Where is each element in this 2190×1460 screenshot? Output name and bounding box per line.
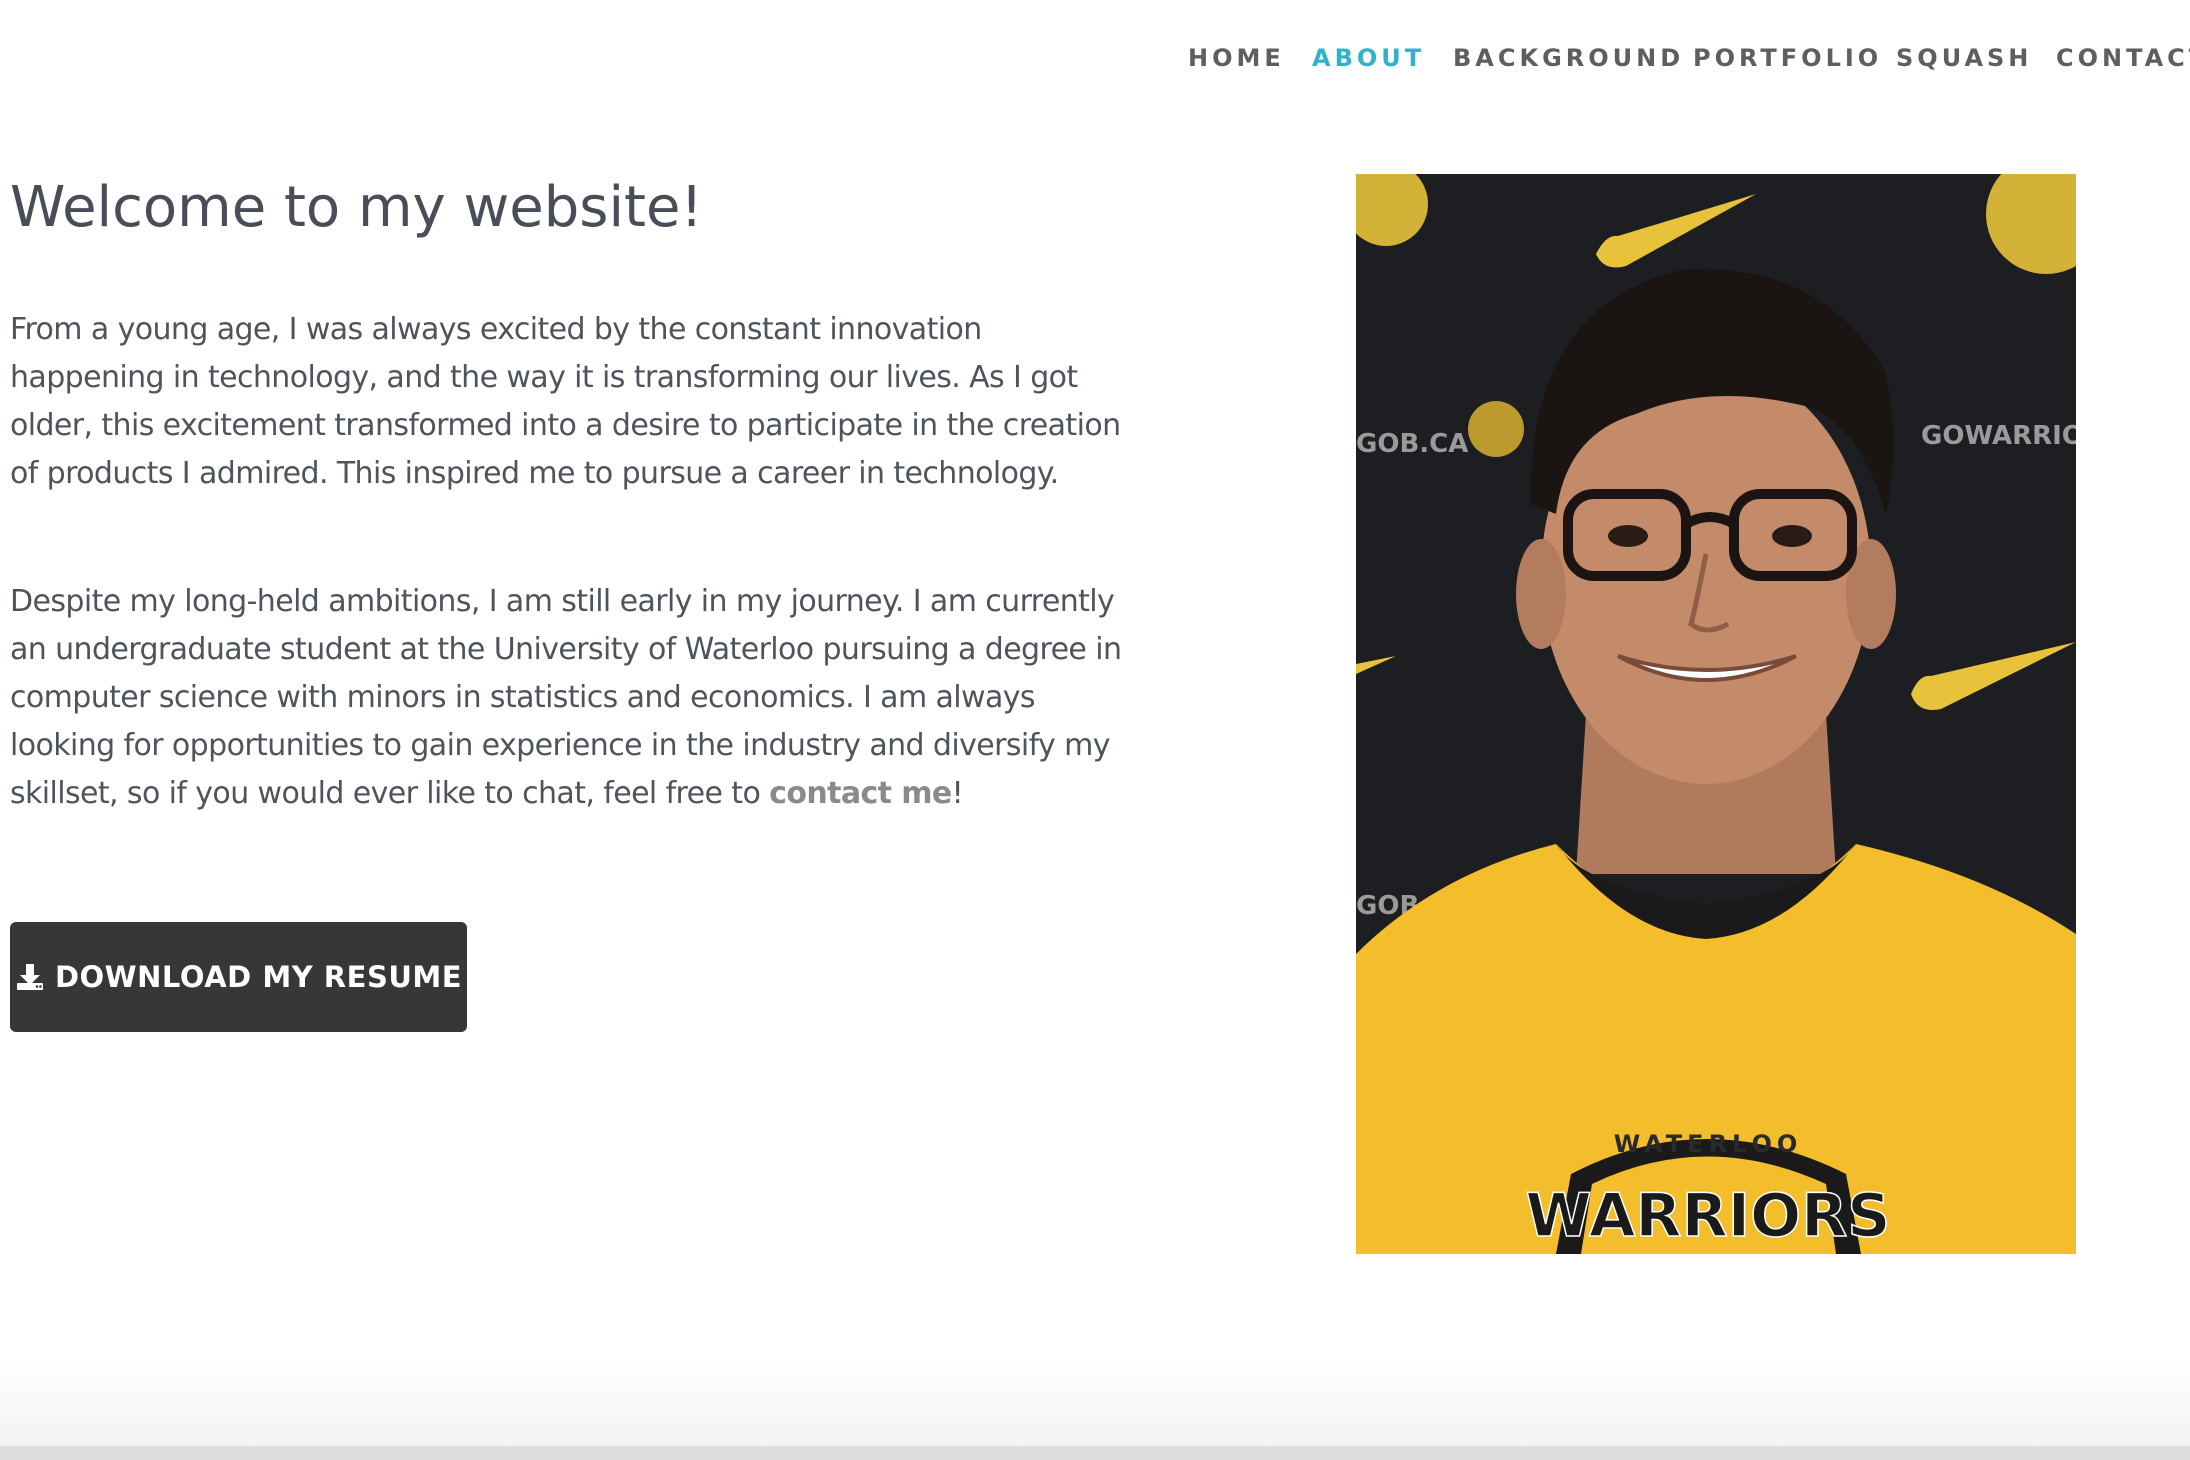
download-resume-label: DOWNLOAD MY RESUME [54,960,463,994]
journey-paragraph-end: ! [951,776,964,811]
footer-edge [0,1446,2190,1460]
contact-me-link[interactable]: contact me [769,776,952,811]
nav-squash[interactable]: SQUASH [1896,38,2032,78]
svg-text:WATERLOO: WATERLOO [1614,1130,1803,1158]
nav-portfolio[interactable]: PORTFOLIO [1693,38,1882,78]
nav-contact[interactable]: CONTACT [2056,38,2190,78]
main-nav: HOME ABOUT BACKGROUND PORTFOLIO SQUASH C… [1188,38,2190,78]
nav-background[interactable]: BACKGROUND [1453,38,1684,78]
svg-text:GOWARRIORS: GOWARRIORS [1921,421,2076,451]
nav-about[interactable]: ABOUT [1312,38,1425,78]
page: HOME ABOUT BACKGROUND PORTFOLIO SQUASH C… [0,0,2190,1460]
svg-text:GOB.CA: GOB.CA [1356,429,1468,459]
profile-photo: GOWARRIORS GOB.CA GOB.CA WATERLOO WARRIO… [1356,174,2076,1254]
journey-paragraph: Despite my long-held ambitions, I am sti… [10,578,1130,818]
page-title: Welcome to my website! [10,175,703,240]
section-divider [0,1360,2190,1446]
intro-paragraph: From a young age, I was always excited b… [10,312,1121,491]
download-resume-button[interactable]: DOWNLOAD MY RESUME [10,922,467,1032]
nav-home[interactable]: HOME [1188,38,1285,78]
svg-text:WARRIORS: WARRIORS [1525,1181,1890,1251]
download-icon [15,962,45,992]
